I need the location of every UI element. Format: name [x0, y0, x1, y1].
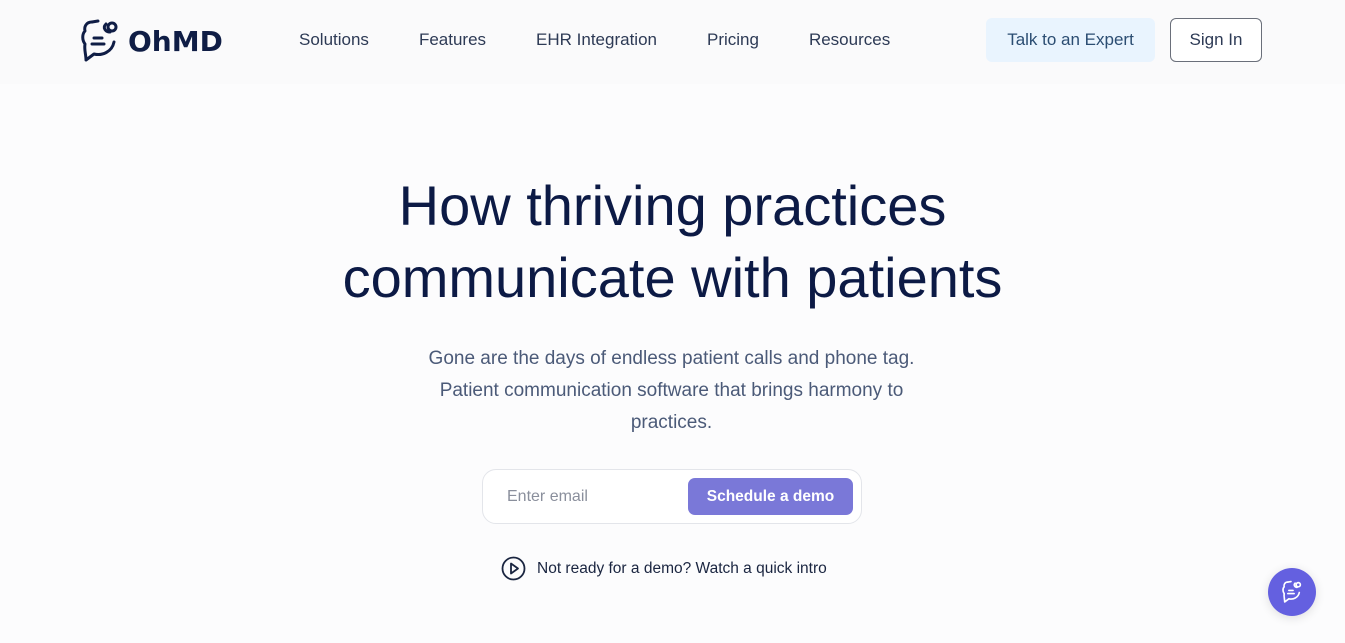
talk-to-expert-button[interactable]: Talk to an Expert [986, 18, 1155, 62]
main-nav: Solutions Features EHR Integration Prici… [299, 30, 940, 50]
sign-in-button[interactable]: Sign In [1170, 18, 1262, 62]
chat-bubble-icon [1282, 580, 1302, 603]
nav-item-ehr-integration[interactable]: EHR Integration [536, 30, 657, 50]
nav-item-pricing[interactable]: Pricing [707, 30, 759, 50]
hero-title-line1: How thriving practices [398, 174, 947, 237]
schedule-demo-button[interactable]: Schedule a demo [688, 478, 853, 515]
watch-intro-link[interactable]: Not ready for a demo? Watch a quick intr… [501, 556, 827, 581]
watch-intro-label: Not ready for a demo? Watch a quick intr… [537, 559, 827, 577]
email-input[interactable] [507, 484, 677, 510]
logo-text: OhMD [128, 24, 223, 58]
demo-signup-form: Schedule a demo [482, 469, 862, 524]
hero-title-line2: communicate with patients [342, 246, 1003, 309]
hero-subtitle: Gone are the days of endless patient cal… [428, 348, 915, 433]
hero-title: How thriving practices communicate with … [0, 170, 1345, 314]
chat-widget-button[interactable] [1268, 568, 1316, 616]
nav-item-solutions[interactable]: Solutions [299, 30, 369, 50]
logo-link[interactable]: OhMD [80, 18, 223, 64]
nav-item-features[interactable]: Features [419, 30, 486, 50]
site-header: OhMD Solutions Features EHR Integration … [0, 0, 1345, 84]
nav-item-resources[interactable]: Resources [809, 30, 890, 50]
logo-icon [81, 19, 118, 62]
play-circle-icon [501, 556, 526, 581]
